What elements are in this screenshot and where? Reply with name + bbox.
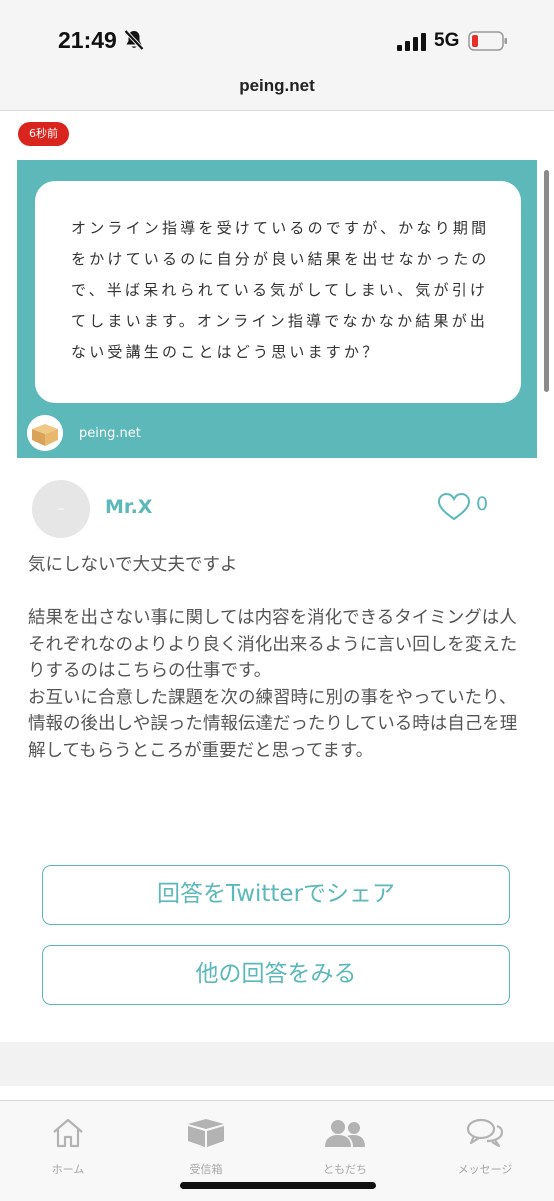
question-card: オンライン指導を受けているのですが、かなり期間をかけているのに自分が良い結果を出… [17,160,537,458]
tab-friends-label: ともだち [323,1163,367,1176]
question-bubble: オンライン指導を受けているのですが、かなり期間をかけているのに自分が良い結果を出… [35,181,521,403]
question-text: オンライン指導を受けているのですが、かなり期間をかけているのに自分が良い結果を出… [71,219,490,361]
time-ago-badge: 6秒前 [18,122,69,146]
silent-bell-icon [124,29,144,51]
tab-inbox[interactable]: 受信箱 [151,1113,261,1183]
friends-icon [325,1120,365,1147]
tab-messages[interactable]: メッセージ [430,1113,540,1183]
scrollbar[interactable] [544,170,549,392]
see-other-answers-button[interactable]: 他の回答をみる [42,945,510,1005]
answerer-name[interactable]: Mr.X [105,496,152,518]
tab-messages-label: メッセージ [457,1163,513,1176]
card-domain: peing.net [79,426,141,441]
like-count: 0 [476,493,489,515]
home-icon [53,1118,83,1148]
tab-inbox-label: 受信箱 [189,1163,223,1176]
inbox-box-icon [188,1119,224,1147]
avatar[interactable]: – [32,480,90,538]
tab-home[interactable]: ホーム [13,1113,123,1183]
tab-home-label: ホーム [51,1163,85,1176]
address-bar-url[interactable]: peing.net [0,76,554,96]
signal-icon [397,33,426,51]
peing-box-icon [27,415,63,451]
tab-friends[interactable]: ともだち [290,1113,400,1183]
status-bar: 21:49 5G peing.net [0,0,554,111]
heart-icon[interactable] [437,492,471,522]
share-twitter-button[interactable]: 回答をTwitterでシェア [42,865,510,925]
status-time: 21:49 [58,27,117,53]
battery-low-icon [468,31,507,51]
answer-text: 気にしないで大丈夫ですよ 結果を出さない事に関しては内容を消化できるタイミングは… [28,555,518,761]
messages-icon [466,1118,504,1148]
section-divider [0,1042,554,1086]
home-indicator[interactable] [180,1182,376,1189]
network-type: 5G [434,30,460,51]
